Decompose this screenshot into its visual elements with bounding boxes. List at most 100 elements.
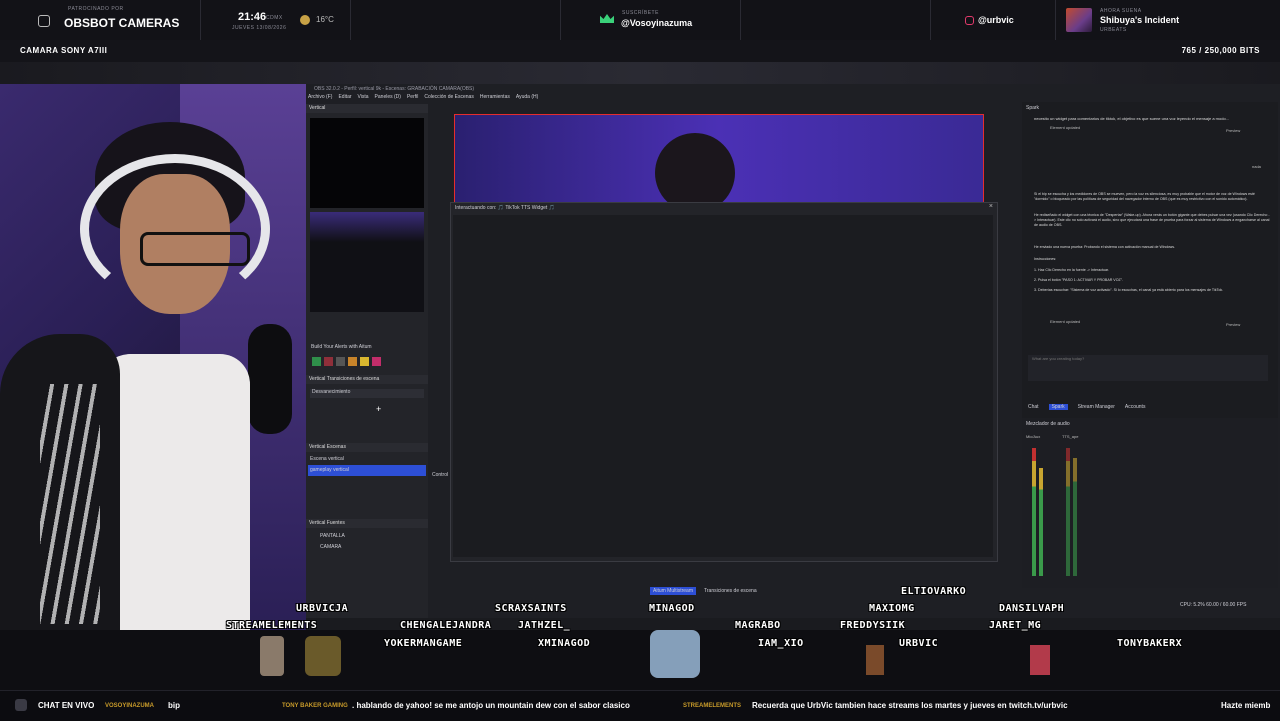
tab-stream-manager[interactable]: Stream Manager	[1078, 404, 1115, 410]
volume-meter	[1066, 448, 1070, 576]
spark-tabs: Chat Spark Stream Manager Accounts	[1028, 404, 1145, 410]
menu-paneles[interactable]: Paneles (D)	[375, 94, 401, 103]
vertical-panel: Vertical Build Your Alerts with Aitum Ve…	[306, 104, 428, 624]
clock-zone: CDMX	[266, 15, 283, 21]
alert-btn-pink[interactable]	[372, 357, 381, 366]
camera-bar-strip	[0, 62, 1280, 84]
chatter-name: DANSILVAPH	[999, 603, 1065, 614]
song-title: Shibuya's Incident	[1100, 15, 1180, 25]
tab-spark[interactable]: Spark	[1048, 404, 1068, 410]
camera-icon	[38, 15, 50, 27]
tab-aitum-multistream[interactable]: Aitum Multistream	[650, 587, 697, 595]
obs-window: OBS 32.0.2 - Perfil: vertical 9k - Escen…	[306, 84, 1280, 630]
pixel-avatar	[866, 645, 884, 675]
menu-editar[interactable]: Editar	[338, 94, 351, 103]
source-item[interactable]: CAMARA	[320, 544, 341, 550]
microphone	[248, 324, 292, 434]
bits-counter: 765 / 250,000 BITS	[1181, 46, 1260, 55]
chatter-name: FREDDYSIIK	[840, 620, 906, 631]
tab-accounts[interactable]: Accounts	[1125, 404, 1146, 410]
chat-ticker: CHAT EN VIVO VOSOYINAZUMA bip TONY BAKER…	[0, 690, 1280, 721]
spark-element-updated: Element updated	[1050, 319, 1081, 324]
scene-item[interactable]: Escena vertical	[310, 456, 344, 462]
mixer-header: Mezclador de audio	[1026, 421, 1070, 427]
sponsor-label: PATROCINADO POR	[68, 6, 124, 12]
ticker-message: Hazte miemb	[1221, 701, 1271, 710]
spark-title: Spark	[1026, 105, 1040, 111]
add-transition-button[interactable]: +	[376, 404, 381, 414]
chat-live-label: CHAT EN VIVO	[38, 701, 95, 710]
chatter-name: JARET_MG	[989, 620, 1042, 631]
clock-time: 21:46	[238, 11, 267, 23]
menu-ayuda[interactable]: Ayuda (H)	[516, 94, 538, 103]
volume-meter	[1073, 458, 1077, 576]
spark-step: 3. Deberías escuchar: "Sistema de voz ac…	[1034, 288, 1224, 292]
alert-btn-orange[interactable]	[348, 357, 357, 366]
alert-btn-green[interactable]	[312, 357, 321, 366]
chatter-name: URBVIC	[899, 638, 939, 649]
mixer-channel-label: Mic/Aux	[1026, 434, 1041, 439]
ticker-user: VOSOYINAZUMA	[105, 703, 155, 709]
sources-header: Vertical Fuentes	[306, 519, 428, 528]
menu-escenas[interactable]: Colección de Escenas	[424, 94, 473, 103]
headphones	[80, 154, 270, 304]
clock-date: JUEVES 13/08/2026	[232, 25, 287, 31]
vertical-panel-header: Vertical	[306, 104, 428, 113]
camera-label: CAMARA SONY A7III	[20, 46, 108, 55]
jacket-stripes	[40, 384, 100, 624]
chatter-name: MAXIOMG	[869, 603, 915, 614]
instagram-icon	[965, 16, 974, 25]
menu-archivo[interactable]: Archivo (F)	[308, 94, 332, 103]
dialog-close-icon[interactable]: ×	[989, 203, 993, 210]
spark-element-updated: Element updated	[1050, 125, 1081, 130]
alerts-label[interactable]: Build Your Alerts with Aitum	[311, 344, 372, 350]
source-item[interactable]: PANTALLA	[320, 533, 345, 539]
menu-herramientas[interactable]: Herramientas	[480, 94, 510, 103]
alert-btn-red[interactable]	[324, 357, 333, 366]
camera-bar: CAMARA SONY A7III 765 / 250,000 BITS	[0, 40, 1280, 62]
obs-menubar: Archivo (F) Editar Vista Paneles (D) Per…	[308, 94, 538, 103]
spark-panel: Spark necesito un widget para comentario…	[1022, 102, 1278, 420]
audio-mixer: Mezclador de audio Mic/Aux TTS_ape	[1022, 418, 1278, 588]
transition-select[interactable]: Desvanecimiento	[310, 389, 424, 398]
mixer-channel-label: TTS_ape	[1062, 434, 1079, 439]
tab-transiciones[interactable]: Transiciones de escena	[704, 588, 757, 594]
menu-perfil[interactable]: Perfil	[407, 94, 418, 103]
chatter-name: YOKERMANGAME	[384, 638, 463, 649]
spark-paragraph: Si el bip se escucha y los medidores de …	[1034, 192, 1255, 201]
scenes-header: Vertical Escenas	[306, 443, 428, 452]
volume-meter	[1032, 448, 1036, 576]
spark-user-msg: nada	[1252, 164, 1261, 169]
ticker-message: . hablando de yahoo! se me antojo un mou…	[352, 701, 630, 710]
interact-dialog: Interactuando con: 🎵 TikTok TTS Widget 🎵…	[450, 202, 998, 562]
spark-instructions-label: Instrucciones:	[1034, 257, 1057, 261]
ticker-user: TONY BAKER GAMING	[282, 703, 348, 709]
spark-input[interactable]: What are you creating today?	[1028, 355, 1268, 381]
alert-buttons	[312, 357, 381, 366]
pixel-avatar	[650, 630, 700, 678]
alert-btn-gray[interactable]	[336, 357, 345, 366]
volume-meter	[1039, 468, 1043, 576]
chatter-name: XMINAGOD	[538, 638, 591, 649]
chatter-name: MAGRABO	[735, 620, 781, 631]
ticker-message: bip	[168, 701, 180, 710]
crown-icon	[600, 14, 614, 23]
main-preview	[454, 114, 984, 206]
chat-live-icon	[15, 699, 27, 711]
chatter-name: TONYBAKERX	[1117, 638, 1183, 649]
pixel-avatar	[260, 636, 284, 676]
menu-vista[interactable]: Vista	[358, 94, 369, 103]
chatter-name: URBVICJA	[296, 603, 349, 614]
alert-btn-yellow[interactable]	[360, 357, 369, 366]
spark-preview-button[interactable]: Preview	[1226, 128, 1240, 133]
spark-preview-button[interactable]: Preview	[1226, 322, 1240, 327]
song-artist: URBEATS	[1100, 27, 1127, 33]
obs-title: OBS 32.0.2 - Perfil: vertical 9k - Escen…	[314, 86, 475, 92]
preview-streamer	[655, 133, 735, 205]
scene-item-selected[interactable]: gameplay vertical	[308, 465, 426, 476]
widget-canvas[interactable]	[453, 215, 993, 557]
chatter-name: IAM_XIO	[758, 638, 804, 649]
tab-chat[interactable]: Chat	[1028, 404, 1039, 410]
spark-prompt: necesito un widget para comentarios de t…	[1034, 116, 1230, 121]
chat-names-overlay: URBVICJA SCRAXSAINTS MINAGOD ELTIOVARKO …	[0, 586, 1280, 690]
